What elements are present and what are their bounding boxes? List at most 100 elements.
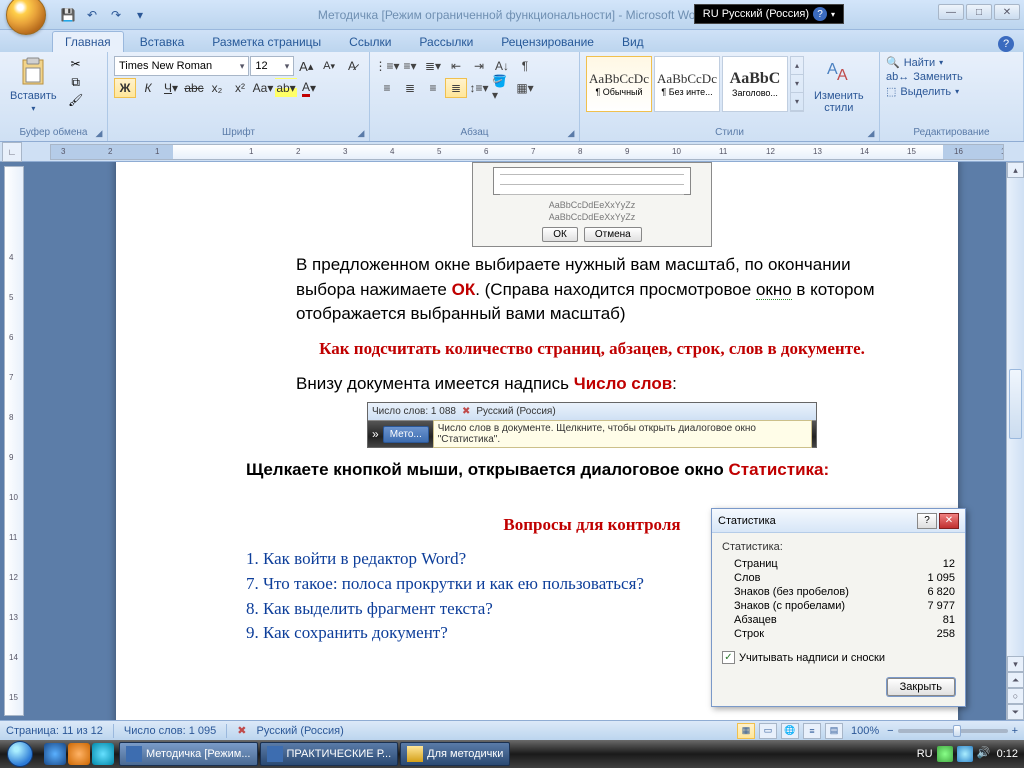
increase-indent-button[interactable]: ⇥ [468, 56, 490, 76]
zoom-level[interactable]: 100% [851, 725, 879, 737]
close-button[interactable]: ✕ [994, 4, 1020, 20]
minimize-button[interactable]: — [938, 4, 964, 20]
superscript-button[interactable]: x² [229, 78, 251, 98]
tray-icon[interactable] [957, 746, 973, 762]
language-indicator[interactable]: RU Русский (Россия) ? ▾ [694, 4, 844, 24]
align-right-button[interactable]: ≡ [422, 78, 444, 98]
clipboard-dialog-launcher[interactable]: ◢ [93, 127, 105, 139]
taskbar-item[interactable]: Для методички [400, 742, 510, 766]
scroll-track[interactable] [1007, 178, 1024, 656]
dialog-close-btn[interactable]: Закрыть [887, 678, 955, 696]
zoom-thumb[interactable] [953, 725, 961, 737]
font-name-combo[interactable]: Times New Roman▾ [114, 56, 249, 76]
dialog-titlebar[interactable]: Статистика ? ✕ [712, 509, 965, 533]
tab-view[interactable]: Вид [610, 32, 656, 52]
horizontal-ruler[interactable]: 3211234567891011121314151617 [50, 144, 1004, 160]
shrink-font-icon[interactable]: A▾ [318, 56, 340, 76]
print-layout-view[interactable]: ▦ [737, 723, 755, 739]
clear-formatting-icon[interactable]: A̷ [341, 56, 363, 76]
quick-launch-item[interactable] [92, 743, 114, 765]
qat-customize-icon[interactable]: ▾ [130, 5, 150, 25]
vertical-scrollbar[interactable]: ▴ ▾ ⏶ ○ ⏷ [1006, 162, 1024, 720]
help-icon[interactable]: ? [813, 7, 827, 21]
strikethrough-button[interactable]: abc [183, 78, 205, 98]
font-dialog-launcher[interactable]: ◢ [355, 127, 367, 139]
grow-font-icon[interactable]: A▴ [295, 56, 317, 76]
zoom-slider[interactable] [898, 729, 1008, 733]
change-styles-button[interactable]: AA Изменить стили [808, 54, 870, 116]
line-spacing-button[interactable]: ↕≡▾ [468, 78, 490, 98]
italic-button[interactable]: К [137, 78, 159, 98]
scroll-up-button[interactable]: ▴ [1007, 162, 1024, 178]
draft-view[interactable]: ▤ [825, 723, 843, 739]
taskbar-item[interactable]: ПРАКТИЧЕСКИЕ Р... [260, 742, 399, 766]
vertical-ruler[interactable]: 456789101112131415 [4, 166, 24, 716]
bullets-button[interactable]: ⋮≡▾ [376, 56, 398, 76]
tab-selector[interactable]: ∟ [2, 142, 22, 162]
borders-button[interactable]: ▦▾ [514, 78, 536, 98]
undo-icon[interactable]: ↶ [82, 5, 102, 25]
ribbon-help-icon[interactable]: ? [998, 36, 1014, 52]
browse-object-button[interactable]: ○ [1007, 688, 1024, 704]
scroll-thumb[interactable] [1009, 369, 1022, 439]
maximize-button[interactable]: □ [966, 4, 992, 20]
align-left-button[interactable]: ≡ [376, 78, 398, 98]
dialog-help-button[interactable]: ? [917, 513, 937, 529]
zoom-in-button[interactable]: + [1012, 725, 1018, 737]
lang-tray[interactable]: RU [917, 748, 933, 760]
tab-references[interactable]: Ссылки [337, 32, 403, 52]
show-marks-button[interactable]: ¶ [514, 56, 536, 76]
shading-button[interactable]: 🪣▾ [491, 78, 513, 98]
font-size-combo[interactable]: 12▾ [250, 56, 294, 76]
multilevel-button[interactable]: ≣▾ [422, 56, 444, 76]
cut-icon[interactable]: ✂ [67, 56, 85, 72]
justify-button[interactable]: ≣ [445, 78, 467, 98]
style-no-spacing[interactable]: AaBbCcDc¶ Без инте... [654, 56, 720, 112]
bold-button[interactable]: Ж [114, 78, 136, 98]
copy-icon[interactable]: ⧉ [67, 74, 85, 90]
web-layout-view[interactable]: 🌐 [781, 723, 799, 739]
include-footnotes-checkbox[interactable]: ✓ Учитывать надписи и сноски [722, 651, 955, 664]
underline-button[interactable]: Ч▾ [160, 78, 182, 98]
taskbar-item[interactable]: Методичка [Режим... [119, 742, 258, 766]
office-button[interactable] [6, 0, 46, 35]
style-normal[interactable]: AaBbCcDc¶ Обычный [586, 56, 652, 112]
clock[interactable]: 0:12 [997, 748, 1018, 760]
tab-home[interactable]: Главная [52, 31, 124, 52]
select-button[interactable]: ⬚Выделить▾ [886, 85, 963, 98]
quick-launch-item[interactable] [44, 743, 66, 765]
save-icon[interactable]: 💾 [58, 5, 78, 25]
replace-button[interactable]: ab↔Заменить [886, 71, 963, 83]
styles-gallery[interactable]: AaBbCcDc¶ Обычный AaBbCcDc¶ Без инте... … [584, 54, 806, 114]
proofing-icon[interactable]: ✖ [237, 724, 246, 737]
prev-page-button[interactable]: ⏶ [1007, 672, 1024, 688]
outline-view[interactable]: ≡ [803, 723, 821, 739]
dialog-close-button[interactable]: ✕ [939, 513, 959, 529]
align-center-button[interactable]: ≣ [399, 78, 421, 98]
gallery-scroll[interactable]: ▴▾▾ [790, 56, 804, 112]
format-painter-icon[interactable]: 🖌 [67, 92, 85, 108]
tab-page-layout[interactable]: Разметка страницы [200, 32, 333, 52]
tab-review[interactable]: Рецензирование [489, 32, 606, 52]
wordcount-status[interactable]: Число слов: 1 095 [124, 725, 216, 737]
styles-dialog-launcher[interactable]: ◢ [865, 127, 877, 139]
sort-button[interactable]: A↓ [491, 56, 513, 76]
subscript-button[interactable]: x₂ [206, 78, 228, 98]
redo-icon[interactable]: ↷ [106, 5, 126, 25]
scroll-down-button[interactable]: ▾ [1007, 656, 1024, 672]
tab-insert[interactable]: Вставка [128, 32, 197, 52]
statistics-dialog[interactable]: Статистика ? ✕ Статистика: Страниц12 Сло… [711, 508, 966, 707]
volume-icon[interactable]: 🔊 [977, 746, 993, 762]
page-status[interactable]: Страница: 11 из 12 [6, 725, 103, 737]
next-page-button[interactable]: ⏷ [1007, 704, 1024, 720]
paste-button[interactable]: Вставить ▾ [4, 54, 63, 115]
decrease-indent-button[interactable]: ⇤ [445, 56, 467, 76]
tab-mailings[interactable]: Рассылки [407, 32, 485, 52]
find-button[interactable]: 🔍Найти▾ [886, 56, 963, 69]
start-button[interactable] [0, 740, 40, 768]
quick-launch-item[interactable] [68, 743, 90, 765]
tray-icon[interactable] [937, 746, 953, 762]
paragraph-dialog-launcher[interactable]: ◢ [565, 127, 577, 139]
font-color-button[interactable]: A▾ [298, 78, 320, 98]
change-case-button[interactable]: Aa▾ [252, 78, 274, 98]
